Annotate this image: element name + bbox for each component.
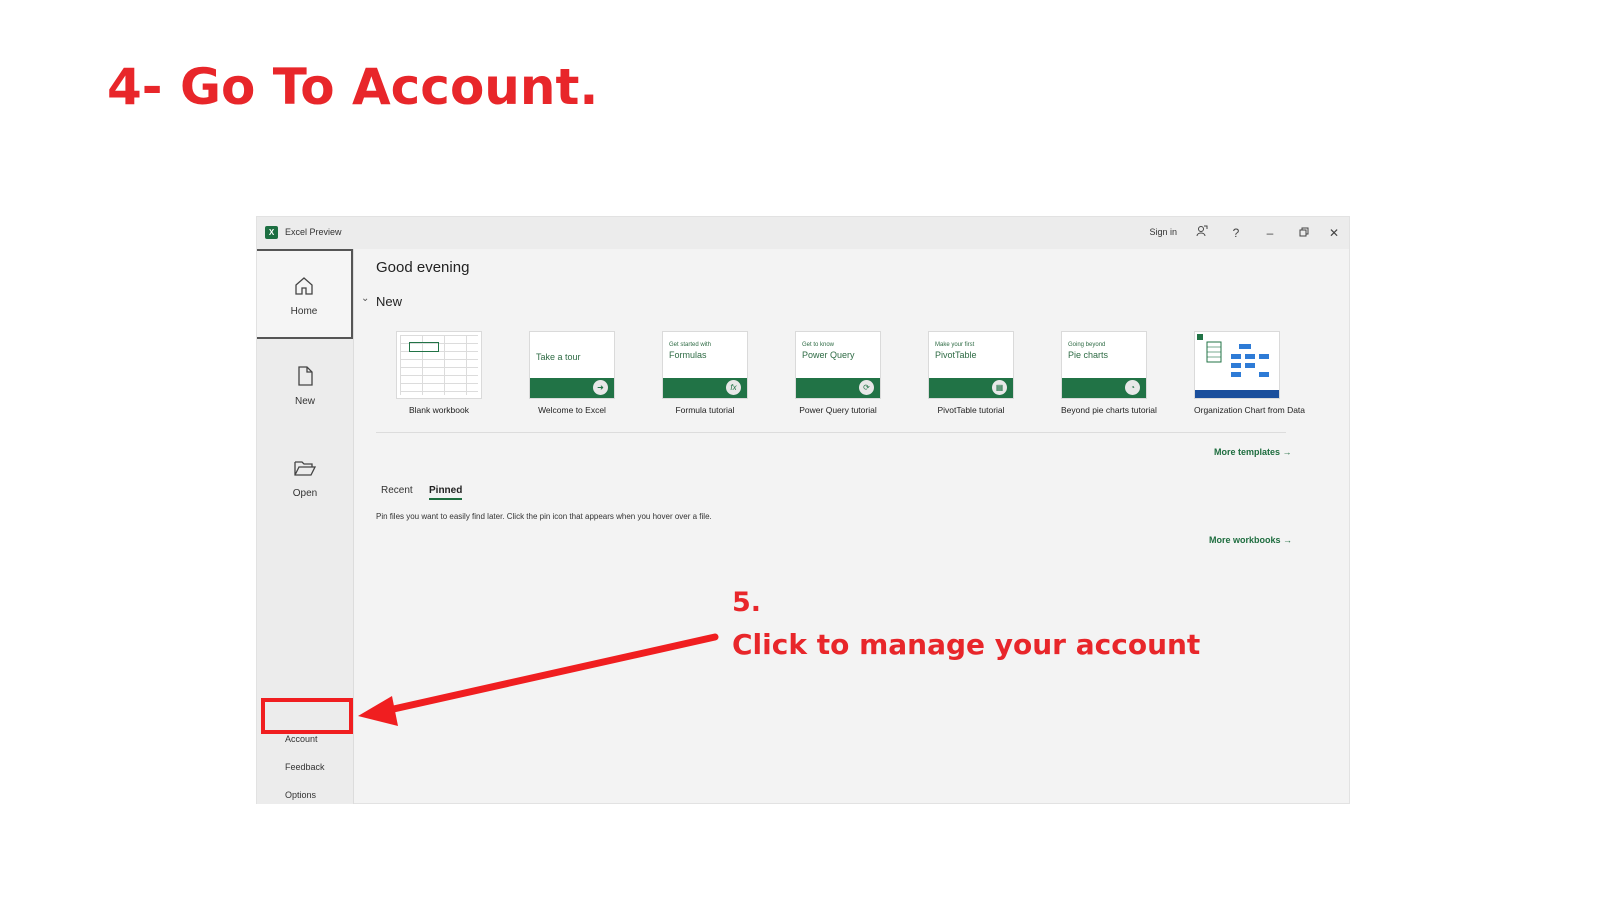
callout-step: 5. xyxy=(732,587,762,618)
callout-text: Click to manage your account xyxy=(732,628,1201,661)
annotation-arrow xyxy=(358,633,719,726)
callout: 5. Click to manage your account xyxy=(732,587,1200,661)
